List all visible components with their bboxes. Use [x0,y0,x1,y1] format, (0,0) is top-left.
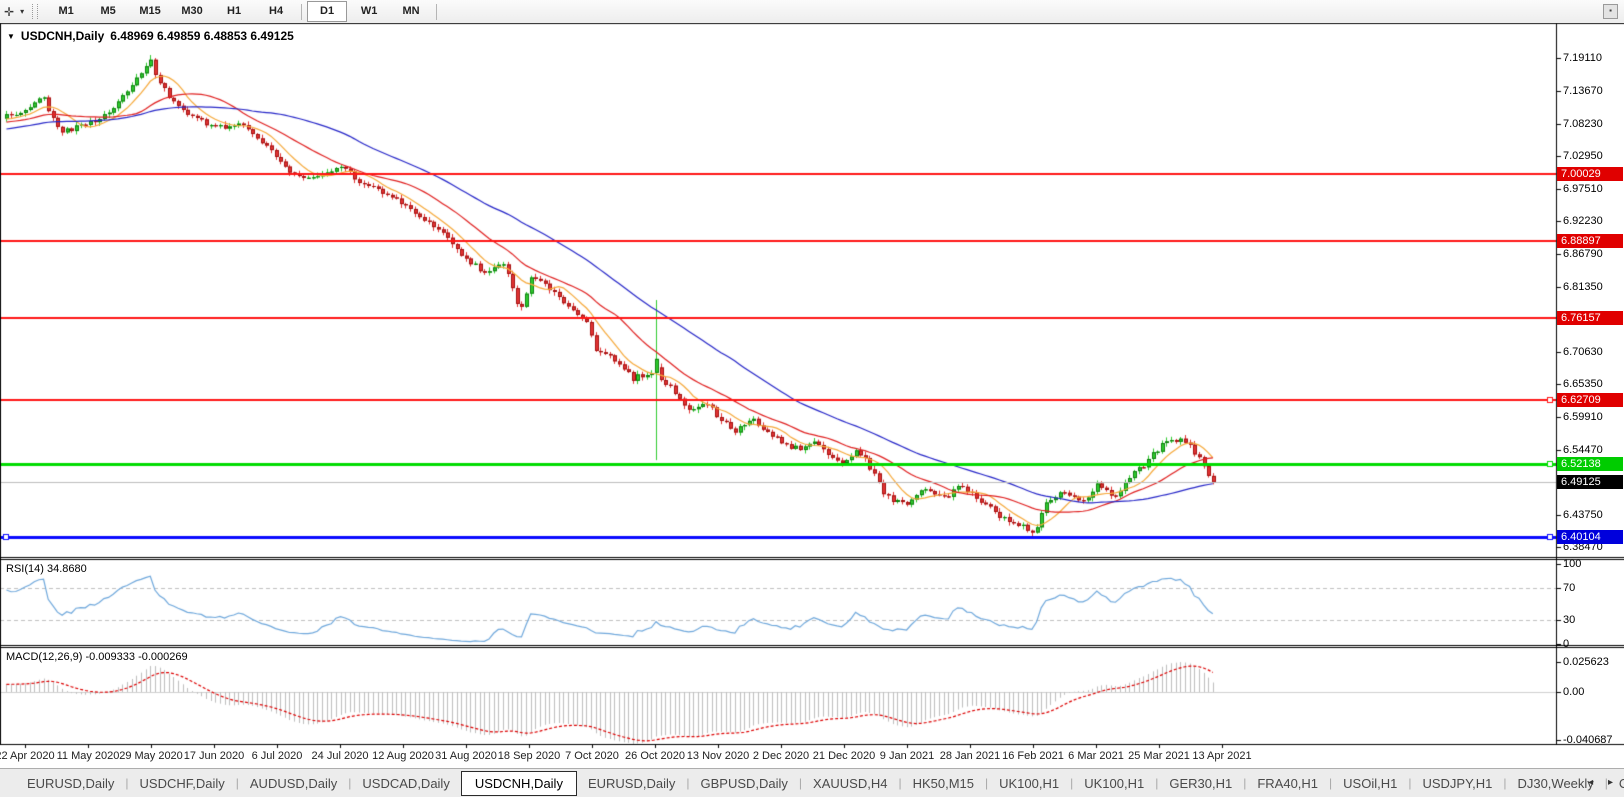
chart-tab-usdcad-daily[interactable]: USDCAD,Daily [351,772,460,795]
current-price-label: 6.49125 [1557,475,1623,489]
chart-tab-xauusd-h4[interactable]: XAUUSD,H4 [802,772,898,795]
chart-tab-uk100-h1[interactable]: UK100,H1 [1073,772,1155,795]
rsi-tick-label: 100 [1563,558,1581,570]
chart-tab-ger30-h1[interactable]: GER30,H1 [1158,772,1243,795]
chart-tab-eurusd-daily[interactable]: EURUSD,Daily [577,772,686,795]
rsi-tick-label: 0 [1563,638,1569,650]
macd-tick-label: -0.040687 [1563,734,1613,746]
timeframe-button-m15[interactable]: M15 [130,1,170,22]
date-tick-label: 26 Oct 2020 [625,750,685,762]
chart-title: ▼ USDCNH,Daily 6.48969 6.49859 6.48853 6… [7,29,294,43]
chart-tab-hk50-m15[interactable]: HK50,M15 [902,772,985,795]
timeframe-button-m5[interactable]: M5 [88,1,128,22]
price-tick-label: 6.86790 [1563,248,1603,260]
date-tick-label: 6 Jul 2020 [252,750,303,762]
tab-scroll-right-icon[interactable]: ▸ [1608,777,1619,788]
level-price-label: 6.76157 [1557,311,1623,325]
rsi-tick-label: 30 [1563,614,1575,626]
date-tick-label: 12 Aug 2020 [372,750,434,762]
chart-tab-usdchf-daily[interactable]: USDCHF,Daily [129,772,236,795]
chart-tab-usdcnh-daily[interactable]: USDCNH,Daily [461,771,577,796]
date-tick-label: 2 Dec 2020 [753,750,809,762]
timeframe-button-h1[interactable]: H1 [214,1,254,22]
rsi-indicator-label: RSI(14) 34.8680 [6,563,87,575]
price-tick-label: 6.92230 [1563,215,1603,227]
level-price-label: 6.62709 [1557,393,1623,407]
chart-area[interactable] [0,0,1624,768]
level-price-label: 7.00029 [1557,167,1623,181]
price-tick-label: 7.02950 [1563,150,1603,162]
level-price-label: 6.52138 [1557,457,1623,471]
chart-tab-eurusd-daily[interactable]: EURUSD,Daily [16,772,125,795]
price-tick-label: 6.54470 [1563,444,1603,456]
chart-tab-uk100-h1[interactable]: UK100,H1 [988,772,1070,795]
price-tick-label: 7.19110 [1563,52,1602,64]
chevron-down-icon[interactable]: ▾ [20,7,24,16]
symbol-period-label: USDCNH,Daily [21,29,104,43]
window-handle[interactable]: ▪ [1603,4,1618,19]
date-tick-label: 7 Oct 2020 [565,750,619,762]
top-toolbar: ✛ ▾ M1M5M15M30H1H4 D1W1MN ▪ [0,0,1624,23]
timeframe-button-w1[interactable]: W1 [349,1,389,22]
date-tick-label: 11 May 2020 [57,750,120,762]
chart-tab-usdjpy-h1[interactable]: USDJPY,H1 [1411,772,1503,795]
toolbar-separator [301,4,302,20]
price-tick-label: 6.70630 [1563,346,1603,358]
date-tick-label: 13 Apr 2021 [1192,750,1251,762]
timeframe-button-mn[interactable]: MN [391,1,431,22]
price-tick-label: 6.65350 [1563,378,1603,390]
date-tick-label: 25 Mar 2021 [1128,750,1190,762]
price-tick-label: 7.08230 [1563,118,1603,130]
chart-tab-fra40-h1[interactable]: FRA40,H1 [1246,772,1329,795]
date-tick-label: 6 Mar 2021 [1068,750,1124,762]
level-price-label: 6.40104 [1557,530,1623,544]
macd-indicator-label: MACD(12,26,9) -0.009333 -0.000269 [6,651,188,663]
date-tick-label: 29 May 2020 [119,750,183,762]
date-tick-label: 28 Jan 2021 [940,750,1001,762]
price-tick-label: 7.13670 [1563,85,1603,97]
macd-tick-label: 0.00 [1563,686,1584,698]
date-tick-label: 18 Sep 2020 [498,750,560,762]
timeframe-button-m1[interactable]: M1 [46,1,86,22]
toolbar-grip[interactable] [32,4,38,19]
price-axis[interactable]: 7.19110 7.13670 7.08230 7.02950 6.97510 6.922… [1556,24,1624,744]
date-tick-label: 31 Aug 2020 [435,750,497,762]
price-tick-label: 6.59910 [1563,411,1603,423]
crosshair-tool-icon[interactable]: ✛ [4,5,14,19]
date-tick-label: 24 Jul 2020 [312,750,369,762]
date-tick-label: 21 Dec 2020 [813,750,875,762]
date-tick-label: 9 Jan 2021 [880,750,934,762]
chart-tab-gbpusd-daily[interactable]: GBPUSD,Daily [689,772,798,795]
date-tick-label: 16 Feb 2021 [1002,750,1064,762]
chevron-down-icon[interactable]: ▼ [7,32,15,41]
date-tick-label: 22 Apr 2020 [0,750,55,762]
chart-tab-usoil-h1[interactable]: USOil,H1 [1332,772,1408,795]
ohlc-quote-label: 6.48969 6.49859 6.48853 6.49125 [110,29,294,43]
chart-tab-audusd-daily[interactable]: AUDUSD,Daily [239,772,348,795]
tab-scroll-left-icon[interactable]: ◂ [1588,777,1599,788]
timeframe-button-m30[interactable]: M30 [172,1,212,22]
date-axis[interactable]: 22 Apr 202011 May 202029 May 202017 Jun … [0,744,1556,768]
level-price-label: 6.88897 [1557,234,1623,248]
macd-tick-label: 0.025623 [1563,656,1609,668]
price-tick-label: 6.43750 [1563,509,1603,521]
price-tick-label: 6.81350 [1563,281,1603,293]
chart-tab-bar: EURUSD,Daily|USDCHF,Daily|AUDUSD,Daily|U… [0,768,1624,797]
toolbar-separator [436,4,437,20]
rsi-tick-label: 70 [1563,582,1575,594]
timeframe-button-h4[interactable]: H4 [256,1,296,22]
price-tick-label: 6.97510 [1563,183,1603,195]
date-tick-label: 17 Jun 2020 [184,750,245,762]
timeframe-button-d1[interactable]: D1 [307,1,347,22]
date-tick-label: 13 Nov 2020 [687,750,749,762]
